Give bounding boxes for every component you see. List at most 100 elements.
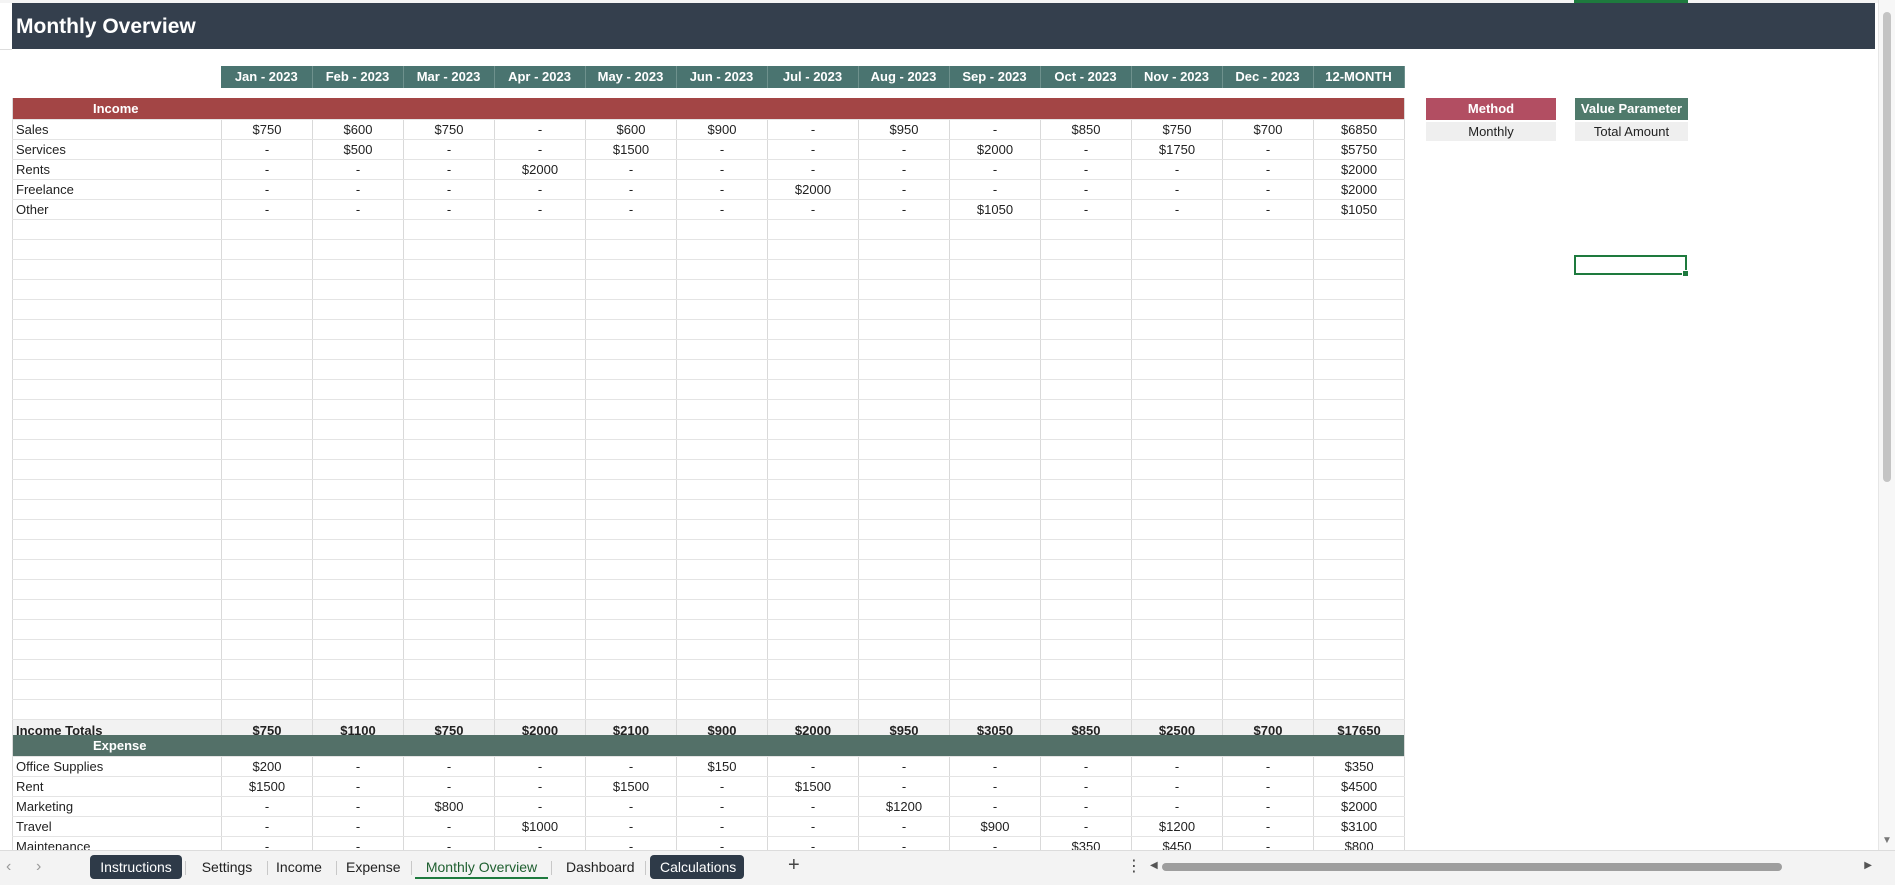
vertical-scrollbar[interactable]: ▼ (1878, 0, 1895, 850)
empty-cell[interactable] (676, 419, 768, 440)
empty-cell[interactable] (312, 559, 404, 580)
empty-cell[interactable] (221, 659, 313, 680)
value-cell[interactable]: $800 (403, 796, 495, 817)
value-cell[interactable]: - (676, 159, 768, 180)
empty-cell[interactable] (403, 259, 495, 280)
empty-cell[interactable] (1222, 379, 1314, 400)
empty-cell[interactable] (494, 479, 586, 500)
value-cell[interactable]: $1500 (767, 776, 859, 797)
empty-cell[interactable] (1131, 339, 1223, 360)
empty-cell[interactable] (312, 319, 404, 340)
empty-cell[interactable] (767, 659, 859, 680)
empty-cell[interactable] (403, 619, 495, 640)
empty-row[interactable] (12, 619, 1406, 640)
empty-cell[interactable] (1040, 599, 1132, 620)
empty-cell[interactable] (403, 499, 495, 520)
value-cell[interactable]: $6850 (1313, 119, 1406, 140)
value-cell[interactable]: - (403, 756, 495, 777)
empty-cell[interactable] (12, 359, 222, 380)
empty-cell[interactable] (585, 599, 677, 620)
empty-cell[interactable] (12, 639, 222, 660)
empty-cell[interactable] (676, 219, 768, 240)
empty-cell[interactable] (1222, 419, 1314, 440)
income-table[interactable]: Income Sales $750 $600 $750- $600 $900- $950- $8… (11, 98, 1406, 743)
empty-cell[interactable] (1131, 379, 1223, 400)
empty-cell[interactable] (312, 639, 404, 660)
empty-row[interactable] (12, 359, 1406, 380)
empty-cell[interactable] (494, 659, 586, 680)
empty-cell[interactable] (403, 559, 495, 580)
empty-cell[interactable] (403, 399, 495, 420)
value-cell[interactable]: - (1040, 796, 1132, 817)
empty-cell[interactable] (1040, 659, 1132, 680)
empty-cell[interactable] (221, 579, 313, 600)
value-cell[interactable]: - (585, 159, 677, 180)
value-cell[interactable]: - (1222, 816, 1314, 837)
empty-cell[interactable] (1131, 319, 1223, 340)
empty-cell[interactable] (12, 379, 222, 400)
value-cell[interactable]: - (1131, 159, 1223, 180)
empty-cell[interactable] (221, 379, 313, 400)
empty-cell[interactable] (585, 259, 677, 280)
empty-cell[interactable] (676, 319, 768, 340)
value-cell[interactable]: - (1040, 816, 1132, 837)
empty-cell[interactable] (949, 399, 1041, 420)
empty-cell[interactable] (949, 219, 1041, 240)
empty-cell[interactable] (312, 699, 404, 720)
value-cell[interactable]: $4500 (1313, 776, 1406, 797)
empty-cell[interactable] (1222, 339, 1314, 360)
empty-cell[interactable] (12, 399, 222, 420)
value-cell[interactable]: - (585, 796, 677, 817)
empty-cell[interactable] (858, 259, 950, 280)
empty-cell[interactable] (858, 699, 950, 720)
empty-cell[interactable] (858, 219, 950, 240)
empty-cell[interactable] (949, 699, 1041, 720)
empty-cell[interactable] (494, 559, 586, 580)
empty-cell[interactable] (221, 559, 313, 580)
empty-cell[interactable] (12, 279, 222, 300)
row-label[interactable]: Marketing (12, 796, 222, 817)
table-row[interactable]: Rents - - - $2000- - - - - - - - $2000 (12, 159, 1406, 180)
value-cell[interactable]: - (585, 756, 677, 777)
empty-cell[interactable] (494, 359, 586, 380)
value-cell[interactable]: $750 (403, 119, 495, 140)
empty-cell[interactable] (585, 339, 677, 360)
value-cell[interactable]: - (1040, 179, 1132, 200)
empty-cell[interactable] (858, 619, 950, 640)
empty-cell[interactable] (1313, 399, 1406, 420)
empty-cell[interactable] (494, 339, 586, 360)
empty-cell[interactable] (585, 659, 677, 680)
empty-cell[interactable] (858, 579, 950, 600)
table-row[interactable]: Sales $750 $600 $750- $600 $900- $950- $850 $750… (12, 119, 1406, 140)
empty-cell[interactable] (1131, 619, 1223, 640)
empty-cell[interactable] (1040, 359, 1132, 380)
empty-cell[interactable] (1313, 519, 1406, 540)
empty-cell[interactable] (1040, 439, 1132, 460)
expense-table[interactable]: Expense Office Supplies $200- - - - $150- - - - - -… (11, 735, 1406, 857)
empty-cell[interactable] (585, 699, 677, 720)
empty-cell[interactable] (1222, 639, 1314, 660)
value-cell[interactable]: $600 (585, 119, 677, 140)
empty-cell[interactable] (1131, 239, 1223, 260)
empty-cell[interactable] (949, 479, 1041, 500)
value-cell[interactable]: - (949, 776, 1041, 797)
empty-cell[interactable] (1040, 259, 1132, 280)
value-cell[interactable]: - (1131, 796, 1223, 817)
value-cell[interactable]: - (949, 796, 1041, 817)
row-label[interactable]: Office Supplies (12, 756, 222, 777)
value-cell[interactable]: - (949, 119, 1041, 140)
empty-cell[interactable] (858, 239, 950, 260)
empty-cell[interactable] (858, 539, 950, 560)
empty-cell[interactable] (312, 379, 404, 400)
empty-cell[interactable] (767, 339, 859, 360)
empty-cell[interactable] (312, 439, 404, 460)
empty-cell[interactable] (403, 579, 495, 600)
empty-cell[interactable] (1222, 399, 1314, 420)
empty-cell[interactable] (858, 639, 950, 660)
value-cell[interactable]: - (494, 776, 586, 797)
empty-cell[interactable] (676, 519, 768, 540)
empty-cell[interactable] (403, 479, 495, 500)
empty-cell[interactable] (1222, 299, 1314, 320)
empty-row[interactable] (12, 419, 1406, 440)
value-cell[interactable]: - (494, 756, 586, 777)
